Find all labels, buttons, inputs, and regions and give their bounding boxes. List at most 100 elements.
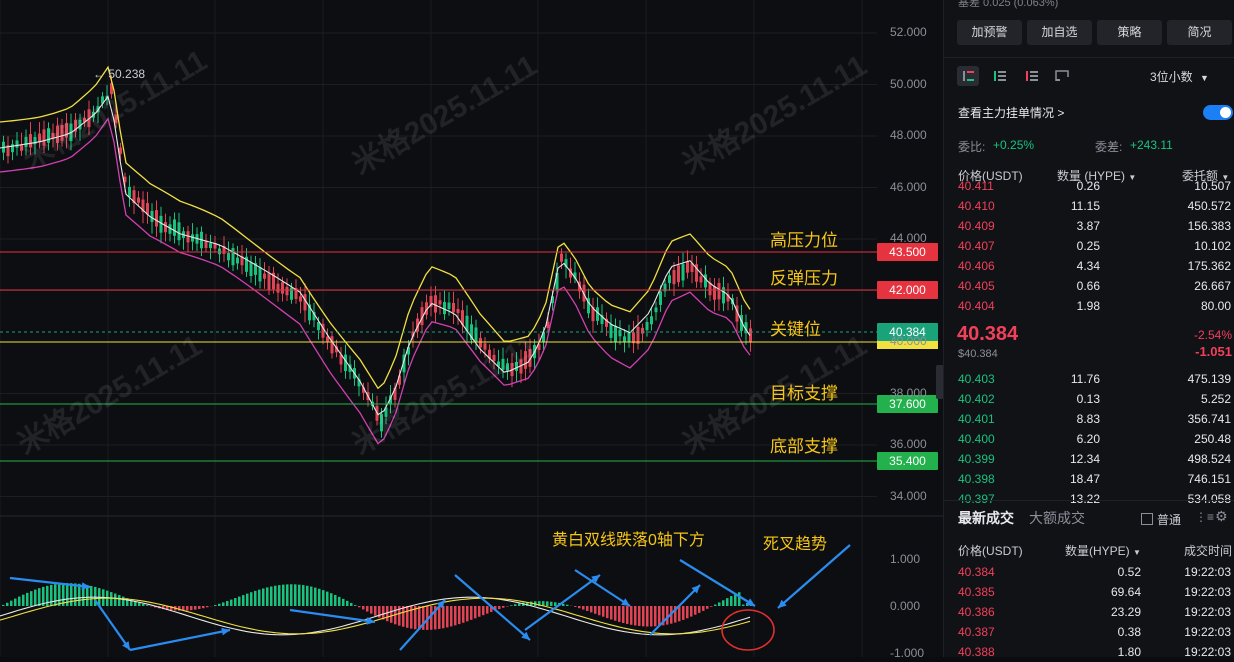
macd-bar [298,585,301,606]
bid-row[interactable]: 40.40311.76475.139 [944,369,1234,389]
orderbook-link[interactable]: 查看主力挂单情况 > [958,104,1064,121]
bid-row[interactable]: 40.39912.34498.524 [944,449,1234,469]
ask-row[interactable]: 40.4070.2510.102 [944,236,1234,256]
candle-body [137,198,140,203]
macd-bar [474,606,477,618]
add-alert-button[interactable]: 加预警 [957,20,1022,45]
trade-value: 19:22:03 [1184,602,1231,622]
bid-row[interactable]: 40.39713.22534.058 [944,489,1234,509]
bid-qty: 18.47 [1070,469,1100,489]
cross-note: 死叉趋势 [763,530,827,554]
macd-bar [478,606,481,617]
macd-bar [146,605,149,606]
candle-body [628,332,631,342]
level-label-target-support: 目标支撑 [770,379,838,404]
bid-row[interactable]: 40.39818.47746.151 [944,469,1234,489]
trade-row[interactable]: 40.38623.2919:22:03 [944,602,1234,622]
book-asks-icon[interactable] [1021,66,1043,86]
add-watchlist-button[interactable]: 加自选 [1027,20,1092,45]
bid-qty: 6.20 [1077,429,1100,449]
candle-body [452,303,455,312]
chart-area[interactable]: 米格2025.11.11米格2025.11.11米格2025.11.11米格20… [0,0,943,657]
candle-body [263,274,266,279]
bid-price: 40.400 [958,429,995,449]
macd-bar [598,606,601,615]
candle-body [700,276,703,282]
candle-body [173,219,176,235]
candle-body [641,328,644,334]
tab-large-trades[interactable]: 大额成交 [1029,508,1085,528]
macd-bar [274,586,277,606]
candle-body [281,282,284,294]
bid-row[interactable]: 40.4018.83356.741 [944,409,1234,429]
overview-button[interactable]: 简况 [1167,20,1232,45]
macd-bar [30,591,33,606]
macd-bar [554,602,557,606]
macd-bar [34,590,37,606]
macd-bar [286,584,289,606]
normal-checkbox[interactable]: 普通 [1141,511,1181,528]
candle-body [659,291,662,304]
macd-bar [630,606,633,625]
macd-bar [498,606,501,609]
bid-value: 475.139 [1188,369,1231,389]
candle-body [290,288,293,300]
trade-row[interactable]: 40.3840.5219:22:03 [944,562,1234,582]
macd-bar [78,584,81,606]
ask-row[interactable]: 40.4110.2610.507 [944,176,1234,196]
y-tick: 52.000 [890,25,927,39]
tab-latest-trades[interactable]: 最新成交 [958,508,1014,528]
bid-row[interactable]: 40.4020.135.252 [944,389,1234,409]
candle-body [484,343,487,349]
ask-qty: 0.25 [1077,236,1100,256]
ask-row[interactable]: 40.4093.87156.383 [944,216,1234,236]
book-both-icon[interactable] [957,66,979,86]
ask-value: 10.102 [1194,236,1231,256]
ask-row[interactable]: 40.4050.6626.667 [944,276,1234,296]
macd-bar [222,602,225,606]
trade-col-qty[interactable]: 数量(HYPE) ▼ [1065,542,1141,559]
orderbook-link-text: 查看主力挂单情况 [958,106,1054,120]
macd-bar [366,606,369,612]
bid-row[interactable]: 40.4006.20250.48 [944,429,1234,449]
candle-body [227,253,230,260]
trade-row[interactable]: 40.3870.3819:22:03 [944,622,1234,642]
macd-bar [706,606,709,609]
level-badge-43500: 43.500 [877,243,938,261]
ask-row[interactable]: 40.4041.9880.00 [944,296,1234,316]
ask-price: 40.411 [958,176,994,196]
depth-chart-icon[interactable] [1051,66,1073,86]
ask-row[interactable]: 40.4064.34175.362 [944,256,1234,276]
trade-row[interactable]: 40.38569.6419:22:03 [944,582,1234,602]
macd-bar [562,604,565,606]
y-tick: 46.000 [890,180,927,194]
orderbook-toggle[interactable] [1203,105,1233,120]
macd-bar [278,585,281,606]
macd-bar [514,604,517,606]
macd-bar [658,606,661,626]
macd-bar [702,606,705,611]
bid-price: 40.403 [958,369,995,389]
macd-bar [138,603,141,606]
candle-body [655,308,658,313]
strategy-button[interactable]: 策略 [1097,20,1162,45]
ask-row[interactable]: 40.41011.15450.572 [944,196,1234,216]
candle-body [713,286,716,300]
macd-bar [258,590,261,606]
macd-bar [6,603,9,606]
trade-qty: 69.64 [1111,582,1141,602]
filter-icon[interactable]: ⋮≡ [1195,510,1214,524]
book-bids-icon[interactable] [989,66,1011,86]
candle-body [236,258,239,264]
macd-tick: 0.000 [890,599,920,613]
macd-bar [246,594,249,606]
watermark-text: 米格2025.11.11 [347,49,543,181]
macd-bar [334,595,337,606]
candle-body [646,322,649,330]
macd-bar [470,606,473,620]
macd-bar [442,606,445,628]
settings-icon[interactable]: ⚙ [1215,508,1228,525]
decimals-select[interactable]: 3位小数 ▼ [1150,68,1209,85]
macd-bar [594,606,597,614]
trade-row[interactable]: 40.3881.8019:22:03 [944,642,1234,662]
